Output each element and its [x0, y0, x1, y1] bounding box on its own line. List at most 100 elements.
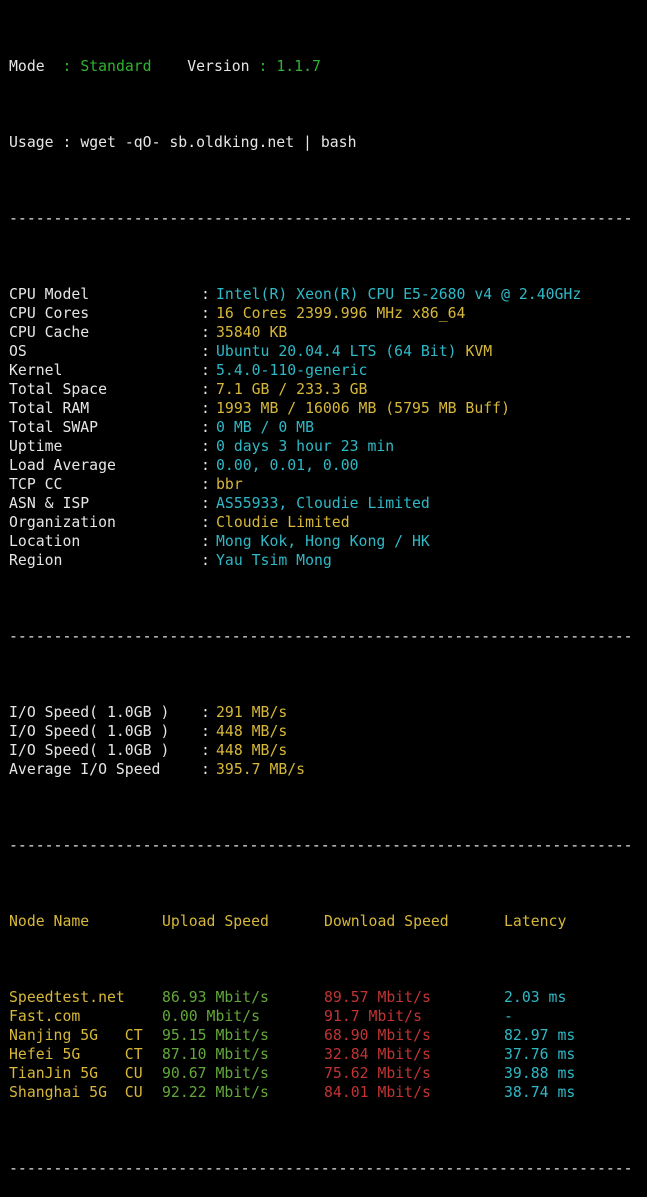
io-label: Average I/O Speed: [9, 761, 161, 778]
speedtest-row: Nanjing 5G CT 95.15 Mbit/s 68.90 Mbit/s 82.…: [9, 1026, 647, 1045]
download-speed: 68.90 Mbit/s: [324, 1027, 431, 1044]
io-speed-row: I/O Speed( 1.0GB ):448 MB/s: [9, 722, 647, 741]
usage-line: Usage : wget -qO- sb.oldking.net | bash: [9, 133, 647, 152]
info-label: Total Space: [9, 381, 107, 398]
latency: 39.88 ms: [504, 1065, 576, 1082]
io-speed-row: Average I/O Speed:395.7 MB/s: [9, 760, 647, 779]
upload-speed: 95.15 Mbit/s: [162, 1027, 269, 1044]
info-label: CPU Cache: [9, 324, 90, 341]
system-info-row: CPU Model: Intel(R) Xeon(R) CPU E5-2680 v…: [9, 285, 647, 304]
system-info-row: Uptime:0 days 3 hour 23 min: [9, 437, 647, 456]
info-separator: :: [201, 362, 210, 379]
upload-speed-header: Upload Speed: [162, 913, 269, 930]
system-info-row: Total Space:7.1 GB / 233.3 GB: [9, 380, 647, 399]
upload-speed: 0.00 Mbit/s: [162, 1008, 260, 1025]
info-label: Total RAM: [9, 400, 90, 417]
io-label: I/O Speed( 1.0GB ): [9, 723, 170, 740]
info-value: 35840 KB: [216, 324, 288, 341]
download-speed: 91.7 Mbit/s: [324, 1008, 422, 1025]
version-label: Version: [187, 58, 250, 75]
divider: ----------------------------------------…: [9, 628, 633, 645]
latency: -: [504, 1008, 513, 1025]
info-value: Ubuntu 20.04.4 LTS (64 Bit): [216, 343, 457, 360]
upload-speed: 90.67 Mbit/s: [162, 1065, 269, 1082]
info-separator: :: [201, 514, 210, 531]
info-label: Region: [9, 552, 63, 569]
system-info-section: CPU Model: Intel(R) Xeon(R) CPU E5-2680 v…: [9, 285, 647, 570]
version-separator: :: [258, 58, 268, 75]
info-label: Location: [9, 533, 81, 550]
usage-separator: :: [62, 134, 72, 151]
mode-value: Standard: [80, 58, 152, 75]
info-separator: :: [201, 286, 210, 303]
terminal-output: Mode : Standard Version : 1.1.7 Usage : …: [0, 0, 647, 1197]
system-info-row: Organization: Cloudie Limited: [9, 513, 647, 532]
node-name: TianJin 5G CU: [9, 1065, 143, 1082]
upload-speed: 86.93 Mbit/s: [162, 989, 269, 1006]
usage-command[interactable]: wget -qO- sb.oldking.net | bash: [80, 134, 356, 151]
io-separator: :: [201, 704, 210, 721]
mode-label: Mode: [9, 58, 45, 75]
system-info-row: Region: Yau Tsim Mong: [9, 551, 647, 570]
info-label: Load Average: [9, 457, 116, 474]
io-speed-row: I/O Speed( 1.0GB ):448 MB/s: [9, 741, 647, 760]
io-value: 448 MB/s: [216, 742, 288, 759]
info-label: CPU Cores: [9, 305, 90, 322]
divider: ----------------------------------------…: [9, 210, 633, 227]
info-separator: :: [201, 305, 210, 322]
info-value: 5.4.0-110-generic: [216, 362, 368, 379]
system-info-row: Load Average:0.00, 0.01, 0.00: [9, 456, 647, 475]
node-name: Shanghai 5G CU: [9, 1084, 143, 1101]
io-value: 448 MB/s: [216, 723, 288, 740]
speedtest-row: Speedtest.net 86.93 Mbit/s 89.57 Mbit/s 2.0…: [9, 988, 647, 1007]
info-value: bbr: [216, 476, 243, 493]
system-info-row: Location: Mong Kok, Hong Kong / HK: [9, 532, 647, 551]
system-info-row: OS: Ubuntu 20.04.4 LTS (64 Bit) KVM: [9, 342, 647, 361]
info-value: Intel(R) Xeon(R) CPU E5-2680 v4 @ 2.40GH…: [216, 286, 582, 303]
info-label: Total SWAP: [9, 419, 99, 436]
download-speed: 75.62 Mbit/s: [324, 1065, 431, 1082]
speedtest-row: Shanghai 5G CU 92.22 Mbit/s 84.01 Mbit/s 38…: [9, 1083, 647, 1102]
speedtest-results: Speedtest.net 86.93 Mbit/s 89.57 Mbit/s 2.0…: [9, 988, 647, 1102]
io-value: 395.7 MB/s: [216, 761, 306, 778]
download-speed-header: Download Speed: [324, 913, 449, 930]
io-separator: :: [201, 761, 210, 778]
io-speed-section: I/O Speed( 1.0GB ):291 MB/s I/O Speed( 1.…: [9, 703, 647, 779]
info-value: AS55933, Cloudie Limited: [216, 495, 430, 512]
node-name: Hefei 5G CT: [9, 1046, 143, 1063]
latency: 38.74 ms: [504, 1084, 576, 1101]
info-extra: KVM: [465, 343, 493, 360]
system-info-row: Total RAM:1993 MB / 16006 MB (5795 MB Bu…: [9, 399, 647, 418]
info-separator: :: [201, 533, 210, 550]
info-label: ASN & ISP: [9, 495, 90, 512]
system-info-row: ASN & ISP: AS55933, Cloudie Limited: [9, 494, 647, 513]
system-info-row: Kernel:5.4.0-110-generic: [9, 361, 647, 380]
info-separator: :: [201, 457, 210, 474]
info-label: Uptime: [9, 438, 63, 455]
node-name: Nanjing 5G CT: [9, 1027, 143, 1044]
info-separator: :: [201, 400, 210, 417]
info-value: 0 days 3 hour 23 min: [216, 438, 395, 455]
version-value: 1.1.7: [276, 58, 321, 75]
io-label: I/O Speed( 1.0GB ): [9, 742, 170, 759]
download-speed: 32.84 Mbit/s: [324, 1046, 431, 1063]
info-value: Mong Kok, Hong Kong / HK: [216, 533, 430, 550]
system-info-row: Total SWAP:0 MB / 0 MB: [9, 418, 647, 437]
system-info-row: CPU Cores:16 Cores 2399.996 MHz x86_64: [9, 304, 647, 323]
info-separator: :: [201, 419, 210, 436]
info-label: OS: [9, 343, 27, 360]
info-label: CPU Model: [9, 286, 90, 303]
mode-separator: :: [62, 58, 72, 75]
latency: 37.76 ms: [504, 1046, 576, 1063]
info-value: 0.00, 0.01, 0.00: [216, 457, 359, 474]
info-value: 0 MB / 0 MB: [216, 419, 314, 436]
info-separator: :: [201, 381, 210, 398]
latency: 2.03 ms: [504, 989, 567, 1006]
io-separator: :: [201, 742, 210, 759]
speedtest-row: Fast.com 0.00 Mbit/s 91.7 Mbit/s -: [9, 1007, 647, 1026]
info-value: 16 Cores 2399.996 MHz x86_64: [216, 305, 466, 322]
speedtest-row: Hefei 5G CT 87.10 Mbit/s 32.84 Mbit/s 37.76…: [9, 1045, 647, 1064]
latency: 82.97 ms: [504, 1027, 576, 1044]
download-speed: 84.01 Mbit/s: [324, 1084, 431, 1101]
info-value: 1993 MB / 16006 MB (5795 MB Buff): [216, 400, 510, 417]
